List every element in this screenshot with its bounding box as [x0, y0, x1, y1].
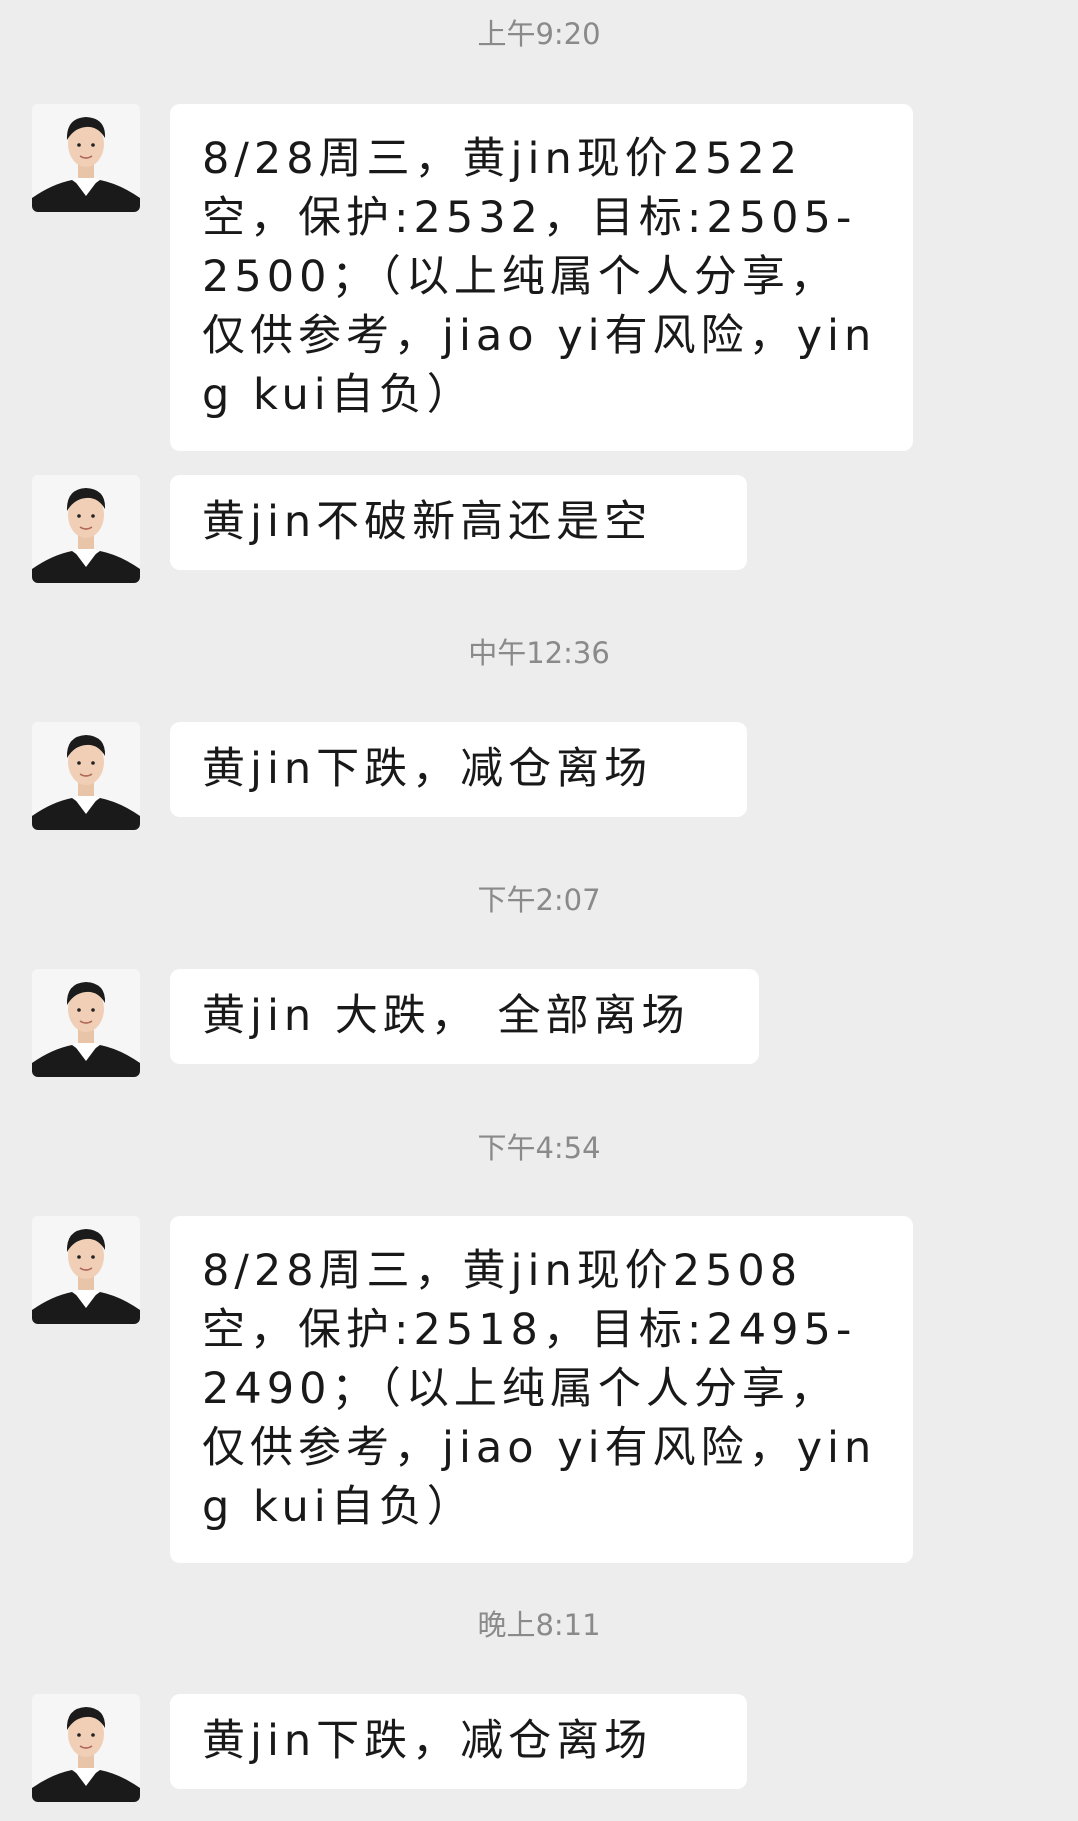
- timestamp: 下午4:54: [477, 1131, 601, 1165]
- avatar[interactable]: [32, 969, 140, 1077]
- message-bubble[interactable]: 8/28周三，黄jin现价2522空，保护:2532，目标:2505-2500；…: [170, 104, 913, 451]
- avatar-icon: [32, 104, 140, 212]
- message-row: 黄jin下跌，减仓离场: [32, 1694, 747, 1802]
- message-row: 8/28周三，黄jin现价2508空，保护:2518，目标:2495-2490；…: [32, 1216, 913, 1563]
- avatar-icon: [32, 969, 140, 1077]
- avatar[interactable]: [32, 475, 140, 583]
- message-row: 黄jin不破新高还是空: [32, 475, 747, 583]
- avatar-icon: [32, 1694, 140, 1802]
- timestamp: 中午12:36: [468, 636, 610, 670]
- message-bubble[interactable]: 黄jin 大跌， 全部离场: [170, 969, 759, 1064]
- avatar[interactable]: [32, 722, 140, 830]
- message-row: 8/28周三，黄jin现价2522空，保护:2532，目标:2505-2500；…: [32, 104, 913, 451]
- avatar-icon: [32, 1216, 140, 1324]
- message-bubble[interactable]: 黄jin不破新高还是空: [170, 475, 747, 570]
- timestamp: 上午9:20: [477, 17, 601, 51]
- message-bubble[interactable]: 8/28周三，黄jin现价2508空，保护:2518，目标:2495-2490；…: [170, 1216, 913, 1563]
- timestamp: 晚上8:11: [477, 1608, 601, 1642]
- message-row: 黄jin 大跌， 全部离场: [32, 969, 759, 1077]
- message-bubble[interactable]: 黄jin下跌，减仓离场: [170, 722, 747, 817]
- avatar[interactable]: [32, 1216, 140, 1324]
- chat-area: 上午9:20 8/28周三，黄jin现价2522空，保护:2532，目标:250…: [0, 0, 1078, 1821]
- timestamp: 下午2:07: [477, 883, 601, 917]
- avatar[interactable]: [32, 1694, 140, 1802]
- message-bubble[interactable]: 黄jin下跌，减仓离场: [170, 1694, 747, 1789]
- avatar[interactable]: [32, 104, 140, 212]
- avatar-icon: [32, 475, 140, 583]
- avatar-icon: [32, 722, 140, 830]
- message-row: 黄jin下跌，减仓离场: [32, 722, 747, 830]
